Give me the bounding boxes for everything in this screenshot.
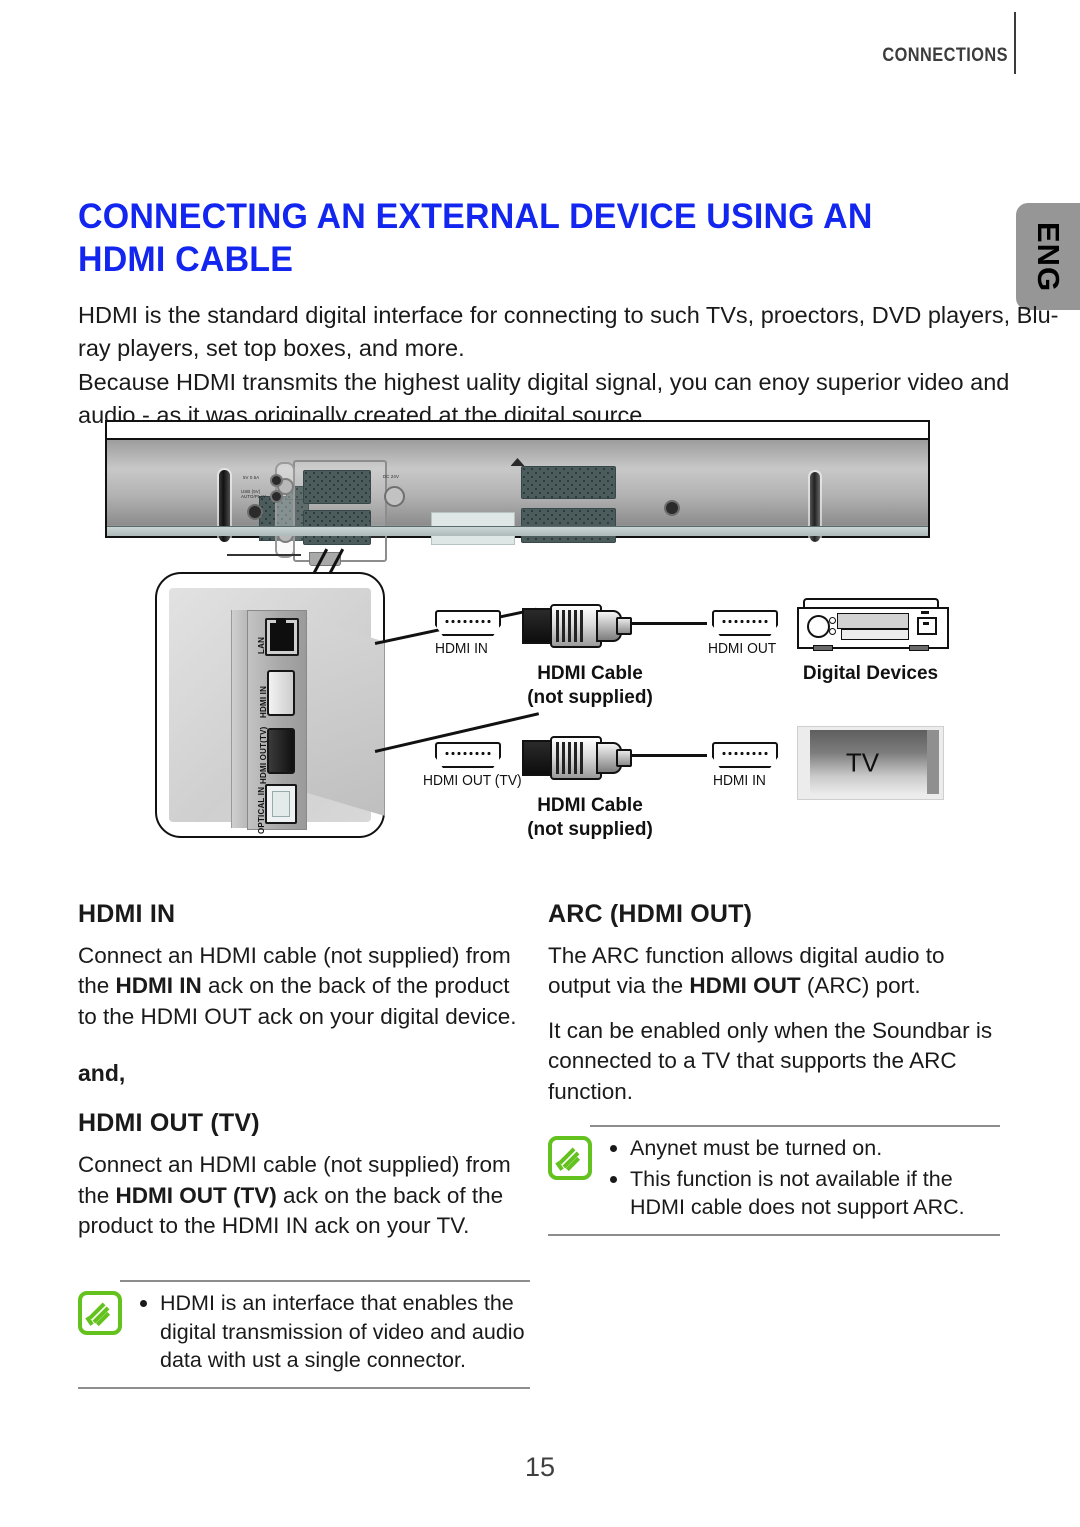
- lan-port-label: LAN: [257, 636, 266, 654]
- hdmi-cable-plug-icon: [522, 734, 632, 780]
- note-pencil-icon: [548, 1136, 592, 1180]
- note-box-left: HDMI is an interface that enables the di…: [78, 1280, 530, 1389]
- note-item: This function is not available if the HD…: [604, 1165, 1000, 1222]
- para-bold: HDMI OUT: [689, 973, 801, 999]
- hdmi-port-icon: [435, 610, 501, 636]
- page-number: 15: [524, 1452, 556, 1482]
- section-paragraph-arc-1: The ARC function allows digital audio to…: [548, 941, 1000, 1002]
- section-heading-arc: ARC (HDMI OUT): [548, 900, 753, 928]
- manual-page: CONNECTIONS ENG CONNECTING AN EXTERNAL D…: [0, 0, 1080, 1527]
- rear-jack-detail-panel: LAN HDMI IN HDMI OUT(TV) OPTICAL IN: [155, 572, 385, 838]
- row1-cable-caption: HDMI Cable (not supplied): [495, 662, 685, 711]
- hdmi-cable-plug-icon: [522, 602, 632, 648]
- header-divider: [1014, 12, 1016, 74]
- row1-right-port-label: HDMI OUT: [708, 640, 777, 657]
- row2-cable-sub: (not supplied): [527, 819, 653, 841]
- language-tab-eng: ENG: [1016, 203, 1080, 310]
- tv-label: TV: [845, 747, 880, 778]
- hdmi-port-icon: [712, 610, 778, 636]
- row2-right-port-label: HDMI IN: [713, 772, 766, 789]
- section-heading-hdmi-out-tv: HDMI OUT (TV): [78, 1109, 260, 1138]
- row2-cable-caption: HDMI Cable (not supplied): [495, 794, 685, 843]
- optical-in-port: [265, 784, 297, 824]
- section-paragraph-hdmi-out-tv: Connect an HDMI cable (not supplied) fro…: [78, 1150, 530, 1241]
- para-text: (ARC) port.: [800, 973, 921, 999]
- note-list-left: HDMI is an interface that enables the di…: [134, 1289, 530, 1387]
- note-box-right: Anynet must be turned on. This function …: [548, 1125, 1000, 1236]
- para-bold: HDMI IN: [115, 973, 202, 999]
- page-title: CONNECTING AN EXTERNAL DEVICE USING AN H…: [78, 197, 873, 280]
- tv-illustration: TV: [797, 726, 944, 800]
- left-text-column: HDMI IN Connect an HDMI cable (not suppl…: [78, 900, 530, 1255]
- hdmi-in-port-label: HDMI IN: [259, 685, 268, 718]
- hdmi-in-port: [267, 670, 295, 716]
- row1-left-port-label: HDMI IN: [435, 640, 488, 657]
- hdmi-out-tv-port-label: HDMI OUT(TV): [259, 726, 268, 784]
- and-connector-text: and,: [78, 1060, 126, 1087]
- intro-paragraph-1: HDMI is the standard digital interface f…: [78, 301, 1059, 361]
- note-pencil-icon: [78, 1291, 122, 1335]
- row1-device-caption: Digital Devices: [802, 663, 939, 684]
- section-heading-hdmi-in: HDMI IN: [78, 900, 176, 928]
- connection-diagram: 5V 0.5A USB (5V) AUTO/PLAY DC 24V LAN HDM…: [105, 420, 949, 880]
- soundbar-illustration: 5V 0.5A USB (5V) AUTO/PLAY DC 24V: [105, 420, 930, 566]
- cable-wire: [631, 622, 707, 625]
- hdmi-out-tv-port: [267, 728, 295, 774]
- row1-cable-label: HDMI Cable: [537, 663, 643, 684]
- section-paragraph-arc-2: It can be enabled only when the Soundbar…: [548, 1017, 993, 1104]
- note-divider-bottom: [548, 1233, 1000, 1236]
- row2-left-port-label: HDMI OUT (TV): [423, 772, 522, 789]
- hdmi-port-icon: [435, 742, 501, 768]
- hdmi-port-icon: [712, 742, 778, 768]
- para-bold: HDMI OUT (TV): [115, 1182, 277, 1208]
- lan-port: [265, 618, 299, 656]
- note-divider-bottom: [78, 1386, 530, 1389]
- digital-device-illustration: [797, 598, 949, 651]
- note-item: Anynet must be turned on.: [604, 1134, 1000, 1163]
- row1-cable-sub: (not supplied): [527, 687, 653, 709]
- language-tab-label: ENG: [1031, 221, 1066, 292]
- cable-wire: [631, 754, 707, 757]
- right-text-column: ARC (HDMI OUT) The ARC function allows d…: [548, 900, 1000, 1121]
- note-item: HDMI is an interface that enables the di…: [134, 1289, 530, 1375]
- row2-cable-label: HDMI Cable: [537, 795, 643, 816]
- section-paragraph-hdmi-in: Connect an HDMI cable (not supplied) fro…: [78, 941, 530, 1032]
- note-list-right: Anynet must be turned on. This function …: [604, 1134, 1000, 1234]
- running-head: CONNECTIONS: [882, 45, 1008, 66]
- optical-in-port-label: OPTICAL IN: [257, 786, 266, 834]
